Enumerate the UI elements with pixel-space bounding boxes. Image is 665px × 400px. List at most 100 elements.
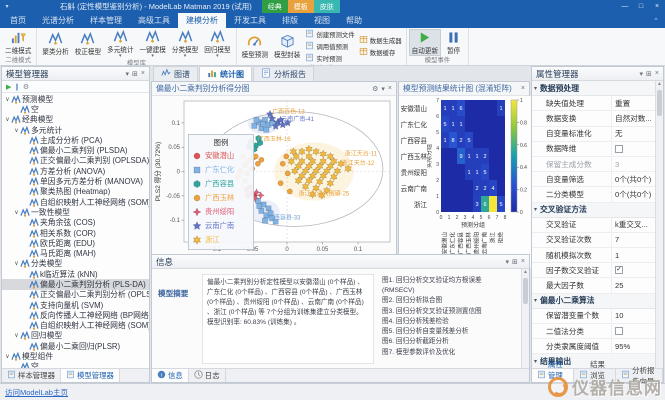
close-icon[interactable]: × bbox=[388, 85, 392, 93]
modellab-home-link[interactable]: 访问ModelLab主页 bbox=[5, 387, 68, 398]
pause-icon[interactable]: ∥ bbox=[15, 83, 19, 91]
tree-item[interactable]: 单因多元方差分析 (MANOVA) bbox=[2, 176, 149, 186]
close-icon[interactable]: × bbox=[521, 258, 525, 266]
expander-icon[interactable]: ∨ bbox=[4, 353, 11, 360]
tree-item[interactable]: 正交偏最小二乘判别 (OPLSDA) bbox=[2, 156, 149, 166]
doc-tab-分析报告[interactable]: 分析报告 bbox=[253, 66, 314, 81]
tree-item[interactable]: 欧氏距离 (EDU) bbox=[2, 238, 149, 248]
pin-icon[interactable]: ⊞ bbox=[132, 70, 138, 78]
tree-item[interactable]: 自组织映射人工神经网络 (SOM) bbox=[2, 197, 149, 207]
ribbon-button[interactable]: 分类模型 ▾ bbox=[169, 29, 201, 59]
ribbon-tab-排版[interactable]: 排版 bbox=[274, 13, 306, 28]
ribbon-button[interactable]: 自动更新 bbox=[408, 29, 442, 56]
property-row[interactable]: 最大因子数 25 bbox=[532, 278, 655, 294]
property-row[interactable]: 数据降维 bbox=[532, 141, 655, 157]
play-icon[interactable]: ▶ bbox=[6, 83, 11, 91]
expander-icon[interactable]: ∨ bbox=[4, 96, 11, 103]
confusion-matrix-heatmap[interactable]: 1161511182591121152243650123456780123456… bbox=[425, 96, 531, 268]
ribbon-button[interactable]: 模型预测 bbox=[239, 29, 271, 64]
dock-caret-icon[interactable]: ▾ bbox=[381, 85, 385, 93]
tree-item[interactable]: 偏最小二乘判别 (PLSDA) bbox=[2, 145, 149, 155]
tree-item[interactable]: ∨ 模型组件 bbox=[2, 351, 149, 361]
property-section-header[interactable]: ▾ 交叉验证方法 bbox=[532, 202, 655, 218]
property-row[interactable]: 随机模拟次数 1 bbox=[532, 248, 655, 264]
tree-item[interactable]: ∨ 经典模型 bbox=[2, 114, 149, 125]
legend-item[interactable]: 广西容县 bbox=[192, 177, 250, 191]
property-section-header[interactable]: ▾ 偏最小二乘算法 bbox=[532, 293, 655, 309]
ribbon-button[interactable]: 暂停 bbox=[441, 29, 466, 56]
ribbon-tab-帮助[interactable]: 帮助 bbox=[338, 13, 370, 28]
property-row[interactable]: 二分类模型 0个(共0个) bbox=[532, 187, 655, 203]
tree-item[interactable]: ∨ 一致性模型 bbox=[2, 207, 149, 217]
tree-item[interactable]: 方差分析 (ANOVA) bbox=[2, 166, 149, 176]
property-row[interactable]: 保留主成分数 3 bbox=[532, 156, 655, 173]
pin-icon[interactable]: ⊞ bbox=[512, 258, 518, 266]
info-tab-日志[interactable]: 日志 bbox=[189, 369, 226, 382]
dock-caret-icon[interactable]: ▾ bbox=[126, 70, 130, 78]
ribbon-tab-样本管理[interactable]: 样本管理 bbox=[82, 13, 130, 28]
tree-item[interactable]: 聚类热图 (Heatmap) bbox=[2, 186, 149, 197]
property-row[interactable]: 交叉验证次数 7 bbox=[532, 232, 655, 249]
doc-tab-图谱[interactable]: 图谱 bbox=[153, 66, 198, 81]
doc-tab-统计图[interactable]: 统计图 bbox=[199, 66, 252, 81]
tree-item[interactable]: 夹角余弦 (COS) bbox=[2, 217, 149, 228]
dock-caret-icon[interactable]: ▾ bbox=[506, 258, 510, 266]
minimize-button[interactable]: — bbox=[617, 0, 633, 13]
tree-item[interactable]: 马氏距离 (MAH) bbox=[2, 248, 149, 258]
tree-item[interactable]: 支持向量机 (SVM) bbox=[2, 300, 149, 310]
expander-icon[interactable]: ∨ bbox=[13, 332, 20, 339]
expander-icon[interactable]: ∨ bbox=[13, 260, 20, 267]
legend-item[interactable]: 广东仁化 bbox=[192, 163, 250, 177]
tree-item[interactable]: 偏最小二乘回归(PLSR) bbox=[2, 341, 149, 351]
property-row[interactable]: 数据变换 自然对数... bbox=[532, 111, 655, 127]
ribbon-small-button[interactable]: 数据缓存 bbox=[359, 47, 402, 58]
legend-item[interactable]: 云南广南 bbox=[192, 219, 250, 233]
property-row[interactable]: 自变量筛选 0个(共0个) bbox=[532, 172, 655, 188]
property-row[interactable]: 因子数交叉验证 ✓ bbox=[532, 263, 655, 279]
ribbon-small-button[interactable]: 数据生成器 bbox=[359, 35, 402, 46]
legend-item[interactable]: 广西玉林 bbox=[192, 191, 250, 205]
expander-icon[interactable]: ∨ bbox=[13, 209, 20, 216]
legend-item[interactable]: 浙江 bbox=[192, 233, 250, 247]
dock-caret-icon[interactable]: ▾ bbox=[640, 70, 644, 78]
close-icon[interactable]: × bbox=[141, 70, 145, 78]
checkbox[interactable] bbox=[615, 327, 623, 336]
tree-item[interactable]: ∨ 分类模型 bbox=[2, 259, 149, 269]
tree-item[interactable]: 空 bbox=[2, 104, 149, 114]
panel-tab-模型管理器[interactable]: 模型管理器 bbox=[60, 369, 120, 382]
ribbon-tab-首页[interactable]: 首页 bbox=[2, 13, 34, 28]
property-row[interactable]: 交叉验证 k重交叉... bbox=[532, 217, 655, 233]
tree-item[interactable]: ∨ 回归模型 bbox=[2, 331, 149, 341]
close-icon[interactable]: × bbox=[655, 70, 659, 78]
expander-icon[interactable]: ∨ bbox=[13, 127, 20, 134]
close-button[interactable]: × bbox=[649, 0, 665, 13]
ribbon-small-button[interactable]: 实时预测 bbox=[305, 53, 354, 64]
title-style-button[interactable]: 模板 bbox=[287, 0, 314, 13]
ribbon-button[interactable]: 模型封装 bbox=[271, 29, 303, 64]
tree-item[interactable]: ∨ 预测模型 bbox=[2, 94, 149, 104]
gear-icon[interactable]: ⚙ bbox=[372, 85, 378, 93]
gear-icon[interactable]: ⚙ bbox=[23, 83, 29, 91]
property-row[interactable]: 缺失值处理 重置 bbox=[532, 96, 655, 112]
ribbon-tab-视图[interactable]: 视图 bbox=[306, 13, 338, 28]
legend-item[interactable]: 贵州绥阳 bbox=[192, 205, 250, 219]
tree-item[interactable]: 自组织映射人工神经网络 (SOM) bbox=[2, 320, 149, 331]
checkbox[interactable] bbox=[615, 144, 623, 153]
expander-icon[interactable]: ∨ bbox=[4, 116, 11, 123]
info-scrollbar[interactable]: ▲ bbox=[521, 269, 529, 369]
tree-item[interactable]: 相关系数 (COR) bbox=[2, 228, 149, 238]
ribbon-button[interactable]: 二维模式 bbox=[2, 29, 34, 56]
panel-tab-样本管理器[interactable]: 样本管理器 bbox=[2, 369, 61, 382]
property-scrollbar[interactable]: ▲ bbox=[655, 81, 663, 368]
property-row[interactable]: 二值法分类 bbox=[532, 324, 655, 340]
tree-item[interactable]: k临近算法 (kNN) bbox=[2, 269, 149, 279]
checkbox[interactable]: ✓ bbox=[615, 266, 623, 275]
scatter-plot[interactable]: 图例 安徽潜山 广东仁化 广西容县 广西玉林 贵州绥阳 云南广南 浙江 -0.1 -0.05 0 0… bbox=[152, 96, 396, 268]
ribbon-button[interactable]: 回归模型 ▾ bbox=[201, 29, 233, 59]
ribbon-small-button[interactable]: 创建预测文件 bbox=[305, 29, 355, 40]
quick-access-caret-icon[interactable]: ▾ bbox=[0, 3, 14, 10]
ribbon-tab-建模分析[interactable]: 建模分析 bbox=[178, 13, 226, 28]
legend-item[interactable]: 安徽潜山 bbox=[192, 149, 250, 163]
property-row[interactable]: 保留潜变量个数 10 bbox=[532, 308, 655, 324]
ribbon-tab-开发工具[interactable]: 开发工具 bbox=[226, 13, 274, 28]
